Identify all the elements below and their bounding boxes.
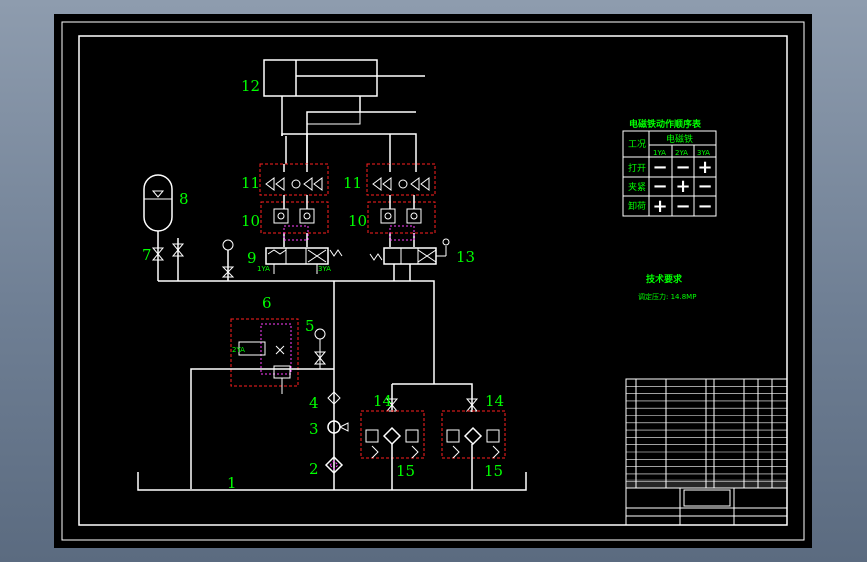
coil-1ya: 1YA [257,265,270,273]
col-group: 电磁铁 [666,133,693,145]
label-7: 7 [142,246,152,264]
label-4: 4 [309,394,319,412]
tech-line1: 调定压力: 14.8MP [638,292,696,301]
coil-head-3: 3YA [697,149,710,157]
main-pressure-line [158,280,473,490]
label-3: 3 [309,420,319,438]
row-name-0: 打开 [628,162,646,174]
state-2-2: − [697,196,712,217]
label-2: 2 [309,460,319,478]
parts-list [625,378,788,526]
right-valve-stack [366,163,450,281]
hydraulic-diagram: 12 11 11 10 10 8 7 9 13 6 5 4 3 2 1 14 1… [61,21,805,541]
state-2-1: − [675,196,690,217]
cylinder-feed-lines [281,111,417,164]
col-process: 工况 [628,139,646,150]
left-valve-stack [259,163,343,274]
label-10b: 10 [348,212,367,230]
label-6: 6 [262,294,272,312]
label-15b: 15 [484,462,503,480]
label-9: 9 [247,249,257,267]
state-1-1: + [675,176,690,197]
sequence-table: 电磁铁动作顺序表 工况 电磁铁 1YA 2YA 3YA 打开 夹紧 卸荷 − −… [622,118,717,217]
label-11a: 11 [241,174,260,192]
label-12: 12 [241,77,260,95]
tank-line [137,472,527,491]
label-13: 13 [456,248,475,266]
pressure-gauge [221,239,235,281]
label-1: 1 [227,474,237,492]
coil-3ya: 3YA [318,265,331,273]
label-5: 5 [305,317,315,335]
accumulator [143,174,173,281]
state-0-0: − [652,157,667,178]
label-8: 8 [179,190,189,208]
label-14b: 14 [485,392,504,410]
label-11b: 11 [343,174,362,192]
tech-title: 技术要求 [646,273,683,285]
coil-head-1: 1YA [653,149,666,157]
drawing-sheet: 12 11 11 10 10 8 7 9 13 6 5 4 3 2 1 14 1… [54,14,812,548]
row-name-2: 卸荷 [628,200,646,212]
sequence-table-title: 电磁铁动作顺序表 [629,118,702,130]
state-1-0: − [652,176,667,197]
coil-2ya: 2YA [232,346,245,354]
state-0-2: + [697,157,712,178]
state-1-2: − [697,176,712,197]
coil-head-2: 2YA [675,149,688,157]
pump-group [324,391,349,475]
state-2-0: + [652,196,667,217]
label-14a: 14 [373,392,392,410]
label-10a: 10 [241,212,260,230]
gauge-valve-5 [313,328,327,369]
row-name-1: 夹紧 [628,181,646,193]
state-0-1: − [675,157,690,178]
label-15a: 15 [396,462,415,480]
hydraulic-cylinder [263,59,425,136]
